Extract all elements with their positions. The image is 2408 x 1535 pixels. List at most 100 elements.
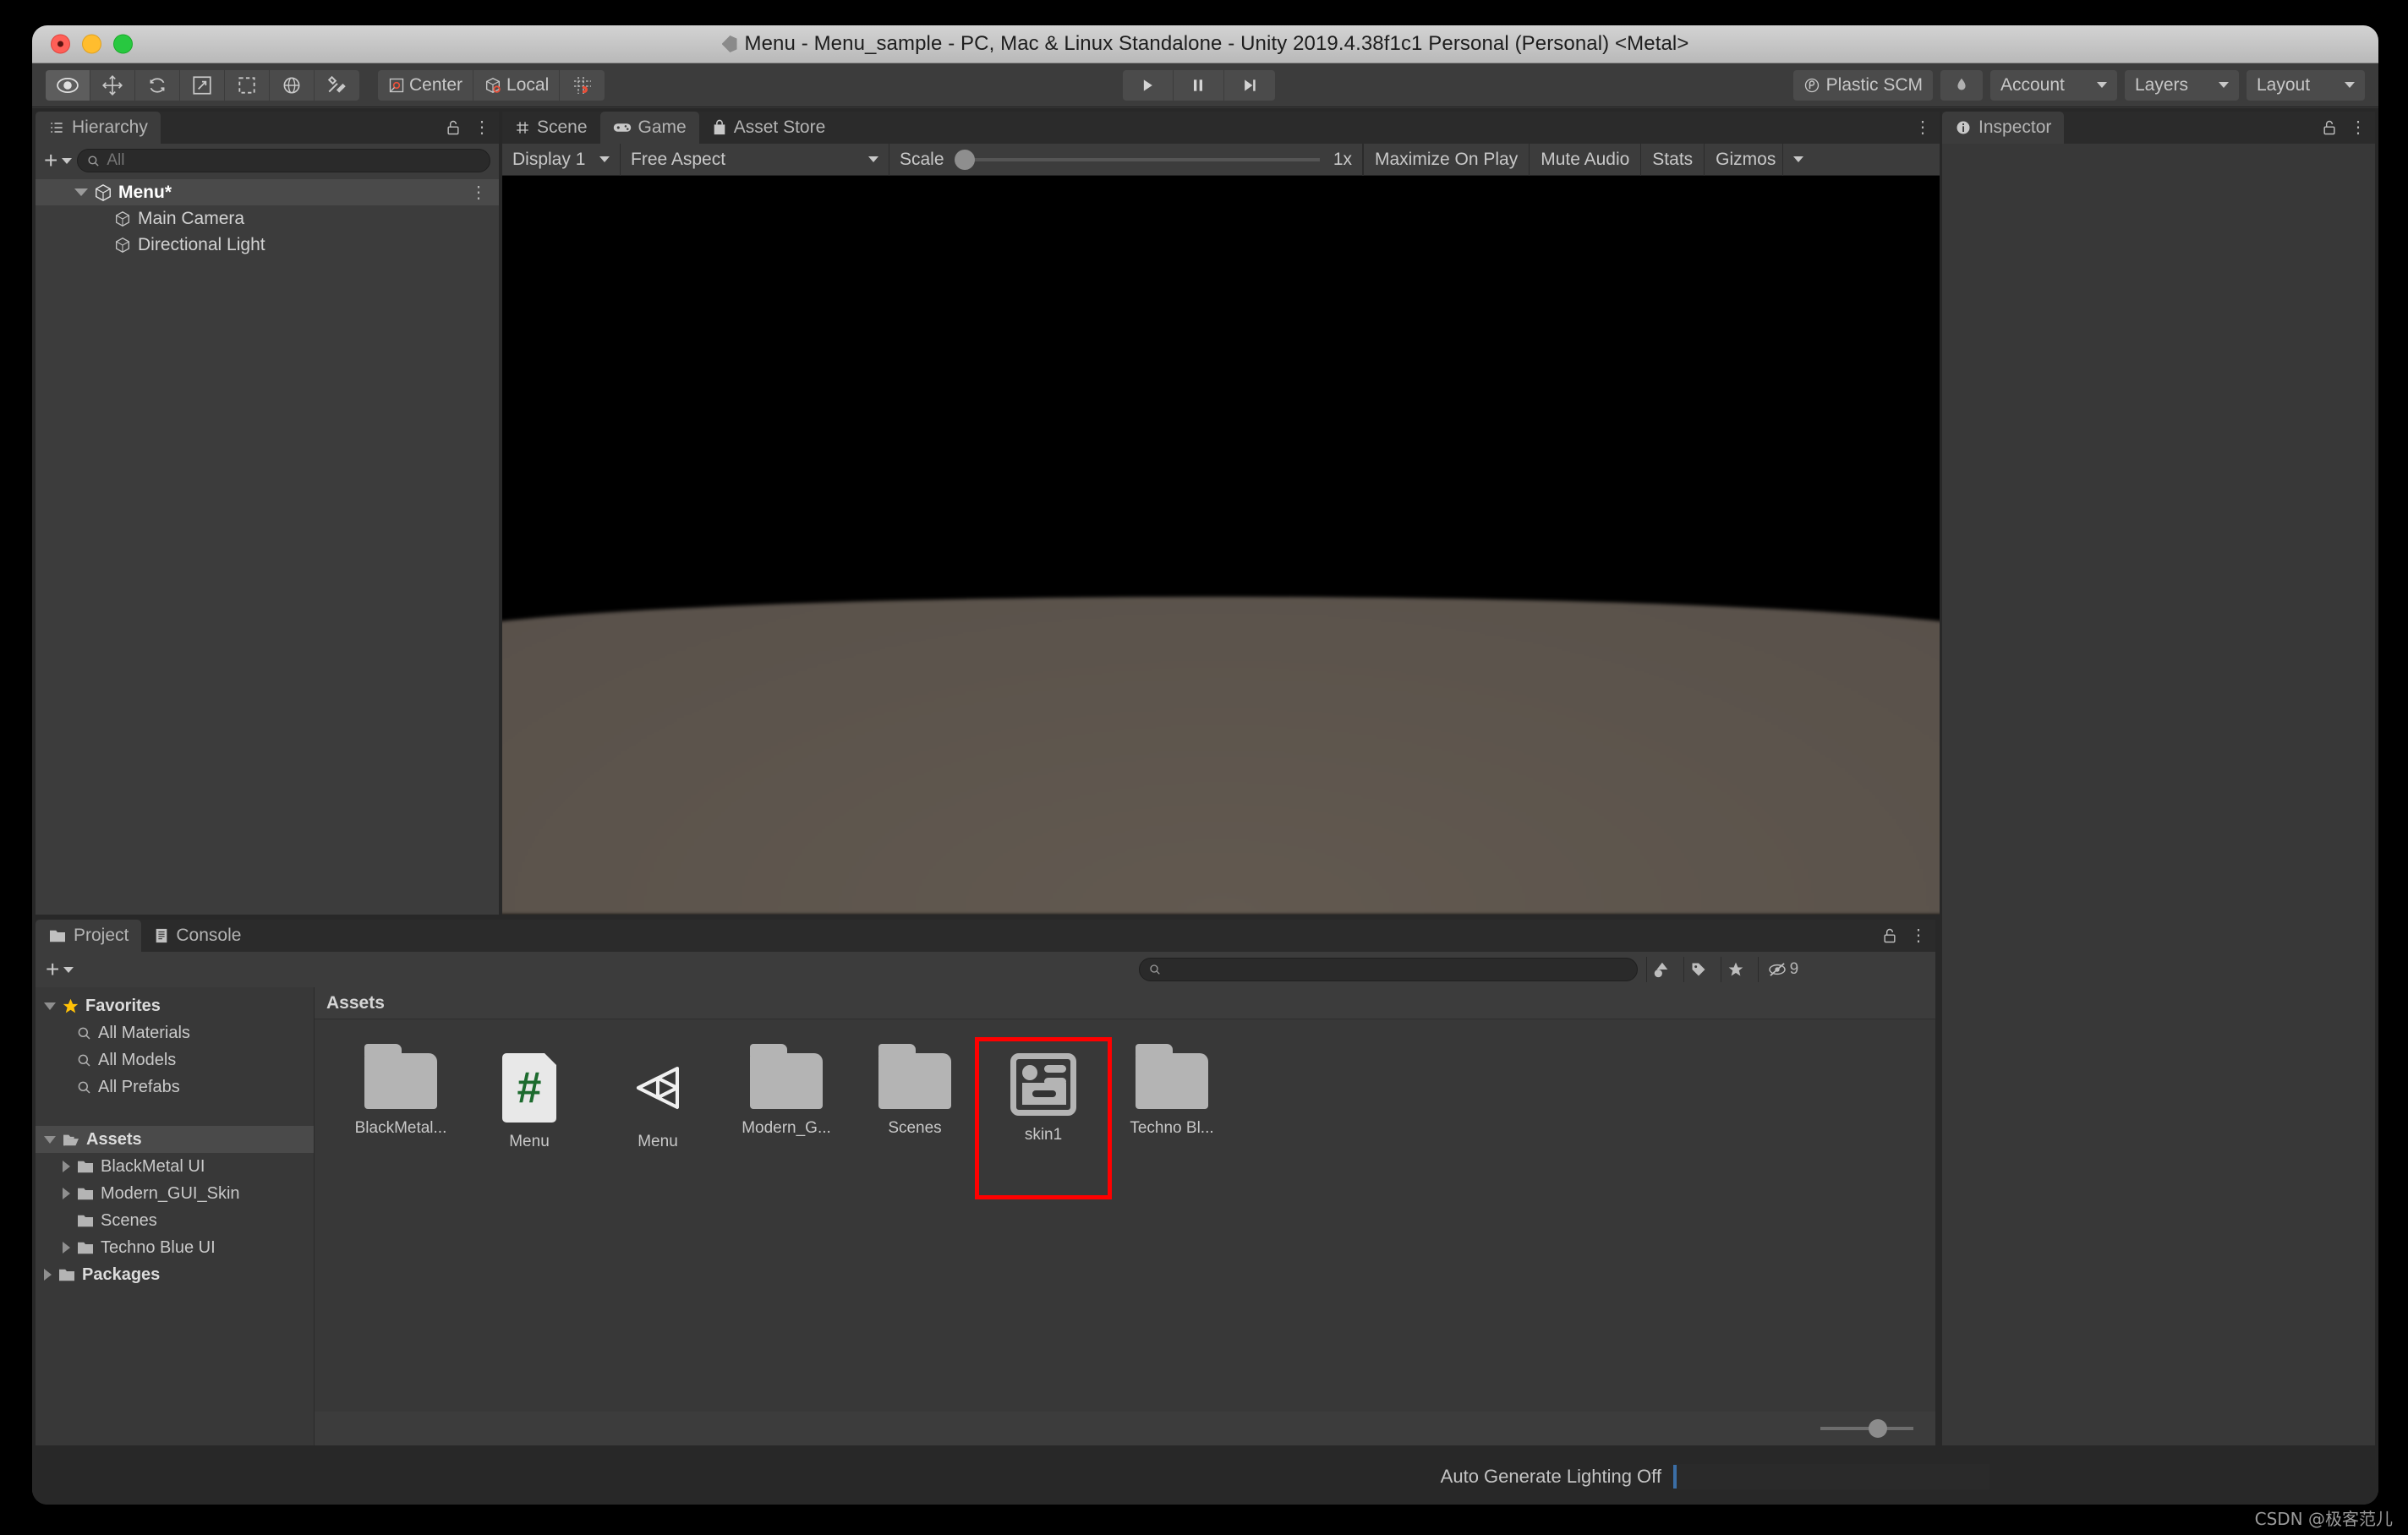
expand-triangle-icon[interactable] — [63, 1188, 70, 1199]
minimize-button[interactable] — [82, 34, 101, 54]
inspector-menu-icon[interactable]: ⋮ — [2350, 119, 2367, 136]
lock-icon[interactable] — [445, 118, 462, 137]
move-tool-button[interactable] — [90, 69, 135, 101]
hierarchy-item-menu[interactable]: Menu* ⋮ — [36, 179, 499, 205]
tab-asset-store[interactable]: Asset Store — [698, 112, 839, 144]
label-filter-button[interactable] — [1683, 957, 1712, 982]
lock-icon[interactable] — [1881, 926, 1898, 945]
unity-logo-icon — [721, 36, 737, 52]
asset-item-menu-scene[interactable]: Menu — [594, 1041, 722, 1195]
aspect-dropdown[interactable]: Free Aspect — [621, 143, 889, 176]
center-pivot-icon — [389, 78, 404, 92]
asset-zoom-slider-knob[interactable] — [1869, 1419, 1888, 1438]
asset-item-skin1[interactable]: skin1 — [975, 1037, 1112, 1199]
local-space-icon — [486, 77, 501, 93]
tree-item-modern-gui-skin[interactable]: Modern_GUI_Skin — [36, 1180, 314, 1207]
mute-audio-button[interactable]: Mute Audio — [1529, 143, 1640, 176]
asset-item-blackmetal[interactable]: BlackMetal... — [337, 1041, 465, 1195]
hierarchy-menu-icon[interactable]: ⋮ — [473, 119, 490, 136]
stats-button[interactable]: Stats — [1640, 143, 1704, 176]
hierarchy-item-main-camera[interactable]: Main Camera — [36, 205, 499, 232]
tree-item-all-prefabs[interactable]: All Prefabs — [36, 1073, 314, 1101]
grid-snapping-button[interactable] — [560, 69, 605, 101]
asset-label: Menu — [638, 1133, 678, 1150]
pause-button[interactable] — [1173, 69, 1224, 101]
tab-project[interactable]: Project — [36, 920, 142, 952]
tab-game[interactable]: Game — [599, 112, 699, 144]
expand-triangle-icon[interactable] — [44, 1135, 56, 1144]
zoom-button[interactable] — [113, 34, 133, 54]
rect-tool-button[interactable] — [225, 69, 270, 101]
expand-triangle-icon[interactable] — [44, 1269, 52, 1281]
maximize-on-play-button[interactable]: Maximize On Play — [1363, 143, 1529, 176]
expand-triangle-icon[interactable] — [74, 188, 88, 196]
asset-item-scenes[interactable]: Scenes — [851, 1041, 979, 1195]
asset-item-modern-gui[interactable]: Modern_G... — [722, 1041, 851, 1195]
game-menu-icon[interactable]: ⋮ — [1914, 119, 1931, 136]
status-text: Auto Generate Lighting Off — [1440, 1466, 1661, 1487]
pivot-rotation-button[interactable]: Local — [473, 69, 561, 101]
gizmos-label: Gizmos — [1716, 149, 1776, 169]
tab-scene-label: Scene — [537, 117, 588, 137]
folder-open-icon — [63, 1134, 79, 1146]
favorite-filter-button[interactable] — [1721, 957, 1749, 982]
hidden-assets-toggle[interactable]: 9 — [1758, 957, 1807, 982]
tree-item-favorites[interactable]: Favorites — [36, 992, 314, 1019]
plastic-scm-button[interactable]: Plastic SCM — [1792, 69, 1933, 101]
expand-triangle-icon[interactable] — [63, 1242, 70, 1254]
asset-item-menu-script[interactable]: # Menu — [465, 1041, 594, 1195]
play-button[interactable] — [1122, 69, 1174, 101]
plus-icon: + — [44, 147, 58, 173]
tree-item-packages[interactable]: Packages — [36, 1261, 314, 1288]
scale-slider[interactable] — [954, 149, 1320, 170]
tree-item-all-materials[interactable]: All Materials — [36, 1019, 314, 1046]
hierarchy-item-menu-icon[interactable]: ⋮ — [470, 184, 487, 201]
game-view-render[interactable] — [502, 176, 1940, 915]
cloud-button[interactable] — [1940, 69, 1983, 101]
tree-item-techno-blue-ui[interactable]: Techno Blue UI — [36, 1234, 314, 1261]
lock-icon[interactable] — [2321, 118, 2338, 137]
tree-item-blackmetal-ui[interactable]: BlackMetal UI — [36, 1153, 314, 1180]
tab-scene[interactable]: Scene — [502, 112, 600, 144]
project-search-input[interactable] — [1139, 958, 1639, 981]
expand-triangle-icon[interactable] — [44, 1002, 56, 1010]
plastic-scm-label: Plastic SCM — [1825, 74, 1923, 95]
tree-item-all-models[interactable]: All Models — [36, 1046, 314, 1073]
hierarchy-search-input[interactable]: All — [77, 149, 490, 172]
tab-inspector[interactable]: Inspector — [1942, 112, 2065, 144]
scale-tool-button[interactable] — [180, 69, 225, 101]
scale-slider-group[interactable]: Scale 1x — [889, 143, 1363, 176]
asset-zoom-slider[interactable] — [1820, 1419, 1913, 1438]
rotate-tool-button[interactable] — [135, 69, 180, 101]
account-button[interactable]: Account — [1990, 69, 2117, 101]
create-gameobject-button[interactable]: + — [44, 147, 73, 173]
expand-triangle-icon[interactable] — [63, 1161, 70, 1172]
display-dropdown[interactable]: Display 1 — [502, 143, 621, 176]
create-asset-button[interactable]: + — [46, 958, 74, 981]
hand-tool-button[interactable] — [46, 69, 90, 101]
asset-item-techno-blue[interactable]: Techno Bl... — [1108, 1041, 1236, 1195]
tree-item-scenes[interactable]: Scenes — [36, 1207, 314, 1234]
chevron-down-icon — [2219, 82, 2229, 88]
tree-item-assets[interactable]: Assets — [36, 1126, 314, 1153]
inspector-tabstrip: Inspector ⋮ — [1942, 112, 2375, 144]
custom-editor-tool-button[interactable] — [315, 69, 359, 101]
mute-audio-label: Mute Audio — [1541, 149, 1630, 169]
tab-console[interactable]: Console — [141, 920, 254, 952]
step-button[interactable] — [1223, 69, 1275, 101]
close-button[interactable] — [51, 34, 70, 54]
status-progress-track — [1677, 1464, 1989, 1489]
tab-hierarchy[interactable]: Hierarchy — [36, 112, 161, 144]
gizmos-button[interactable]: Gizmos — [1704, 143, 1782, 176]
layers-button[interactable]: Layers — [2125, 69, 2239, 101]
asset-type-filter-button[interactable] — [1646, 957, 1675, 982]
hierarchy-item-directional-light[interactable]: Directional Light — [36, 232, 499, 258]
project-menu-icon[interactable]: ⋮ — [1910, 927, 1927, 944]
window-controls[interactable] — [51, 34, 133, 54]
layout-button[interactable]: Layout — [2247, 69, 2365, 101]
scale-slider-knob[interactable] — [954, 149, 975, 170]
grid-snap-icon — [573, 76, 591, 94]
gizmos-dropdown[interactable] — [1782, 143, 1814, 176]
pivot-mode-button[interactable]: Center — [378, 69, 474, 101]
transform-tool-button[interactable] — [270, 69, 315, 101]
